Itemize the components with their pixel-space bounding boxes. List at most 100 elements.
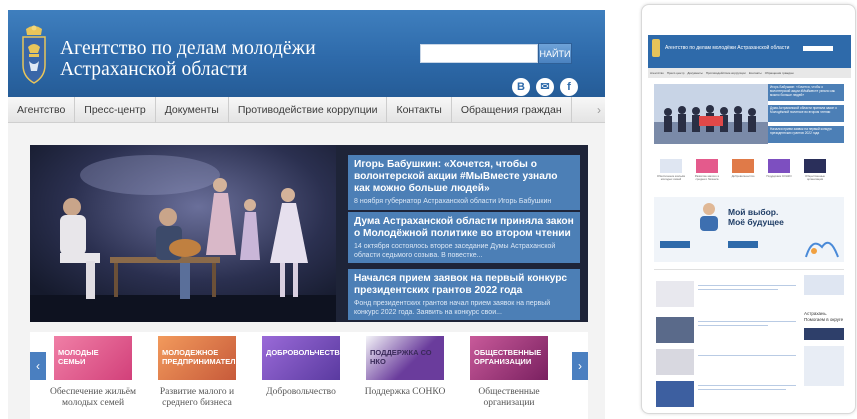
- mobile-news-item[interactable]: Дума Астраханской области приняла закон …: [768, 105, 844, 122]
- mobile-project-tile[interactable]: [696, 159, 718, 173]
- menu-item-appeals[interactable]: Обращения граждан: [452, 97, 572, 123]
- mobile-banner-button[interactable]: [660, 241, 690, 248]
- facebook-icon[interactable]: f: [560, 78, 578, 96]
- site-title[interactable]: Агентство по делам молодёжи Астраханской…: [60, 38, 316, 80]
- menu-item-documents[interactable]: Документы: [156, 97, 229, 123]
- tile-caption[interactable]: Общественные организации: [454, 387, 564, 409]
- tile-caption[interactable]: Поддержка СОНКО: [350, 387, 460, 398]
- vk-icon[interactable]: B: [512, 78, 530, 96]
- tile-label: Поддержка СО НКО: [370, 348, 432, 366]
- menu-item-agency[interactable]: Агентство: [8, 97, 76, 123]
- mobile-project-tile[interactable]: [660, 159, 682, 173]
- news-item[interactable]: Игорь Бабушкин: «Хочется, чтобы о волонт…: [348, 155, 580, 210]
- carousel-next-button[interactable]: ›: [572, 352, 588, 380]
- news-title[interactable]: Начался прием заявок на первый конкурс п…: [354, 273, 575, 297]
- mobile-menu-item[interactable]: Пресс-центр: [667, 68, 685, 78]
- mobile-project-tile[interactable]: [804, 159, 826, 173]
- tile-caption[interactable]: Развитие малого и среднего бизнеса: [142, 387, 252, 409]
- mobile-sidebar-banner[interactable]: [804, 275, 844, 295]
- mobile-banner-title: Мой выбор. Моё будущее: [728, 207, 784, 227]
- mobile-news-item[interactable]: Начался прием заявок на первый конкурс п…: [768, 126, 844, 143]
- tile-label: Общественные организации: [474, 348, 542, 366]
- mobile-project-tile[interactable]: [768, 159, 790, 173]
- carousel-prev-button[interactable]: ‹: [30, 352, 46, 380]
- site-header: Агентство по делам молодёжи Астраханской…: [8, 10, 605, 97]
- mobile-sidebar-banner[interactable]: [804, 346, 844, 386]
- mobile-menu: Агентство Пресс-центр Документы Противод…: [648, 68, 851, 78]
- menu-scroll-arrow-icon[interactable]: ›: [597, 97, 601, 123]
- mail-icon[interactable]: ✉: [536, 78, 554, 96]
- news-slider: Игорь Бабушкин: «Хочется, чтобы о волонт…: [30, 145, 588, 322]
- tile-caption[interactable]: Обеспечение жильём молодых семей: [38, 387, 148, 409]
- mobile-sidebar-text: Астрахань. Помогаем в округе: [804, 311, 844, 322]
- tile-label: Молодежное предпринимательство: [162, 348, 236, 366]
- mobile-menu-item[interactable]: Контакты: [749, 68, 762, 78]
- main-menu: Агентство Пресс-центр Документы Противод…: [8, 97, 605, 123]
- mobile-news-thumb[interactable]: [656, 381, 694, 407]
- site-title-line2: Астраханской области: [60, 59, 248, 80]
- mobile-project-tile[interactable]: [732, 159, 754, 173]
- coat-of-arms-icon[interactable]: [20, 23, 48, 85]
- mobile-coat-of-arms-icon: [652, 39, 660, 57]
- mobile-banner-title-line2: Моё будущее: [728, 217, 784, 227]
- mobile-banner-title-line1: Мой выбор.: [728, 207, 779, 217]
- mobile-news-thumb[interactable]: [656, 349, 694, 375]
- mobile-news-title: Дума Астраханской области приняла закон …: [770, 106, 837, 114]
- project-tile-public-organizations[interactable]: Общественные организации: [470, 336, 548, 380]
- project-tile-volunteering[interactable]: Добровольчество: [262, 336, 340, 380]
- mobile-news-line: [698, 355, 796, 356]
- news-title[interactable]: Дума Астраханской области приняла закон …: [354, 216, 575, 240]
- mobile-menu-item[interactable]: Агентство: [650, 68, 664, 78]
- mobile-divider: [654, 269, 844, 270]
- mobile-site-title: Агентство по делам молодёжи Астраханской…: [665, 45, 790, 51]
- mobile-news-line: [698, 321, 796, 322]
- mobile-menu-item[interactable]: Документы: [687, 68, 702, 78]
- mobile-menu-item[interactable]: Противодействие коррупции: [706, 68, 746, 78]
- search-input[interactable]: [420, 44, 538, 63]
- mobile-news-line: [698, 385, 796, 386]
- mobile-preview: Агентство по делам молодёжи Астраханской…: [641, 4, 856, 414]
- news-excerpt: Фонд президентских грантов начал прием з…: [354, 300, 551, 316]
- mobile-menu-item[interactable]: Обращения граждан: [765, 68, 794, 78]
- mobile-sidebar-banner[interactable]: [804, 328, 844, 340]
- search-button[interactable]: НАЙТИ: [538, 43, 572, 64]
- mobile-search-input[interactable]: [803, 46, 833, 51]
- menu-item-press-center[interactable]: Пресс-центр: [75, 97, 156, 123]
- mobile-banner-button[interactable]: [728, 241, 758, 248]
- project-tile-young-families[interactable]: Молодые семьи: [54, 336, 132, 380]
- mobile-news-line: [698, 389, 786, 390]
- news-item[interactable]: Начался прием заявок на первый конкурс п…: [348, 269, 580, 320]
- project-tile-entrepreneurship[interactable]: Молодежное предпринимательство: [158, 336, 236, 380]
- mobile-tile-caption: Обеспечение жильём молодых семей: [656, 174, 686, 182]
- mobile-slide-photo: [654, 84, 768, 144]
- mobile-news-title: Игорь Бабушкин: «Хочется, чтобы о волонт…: [770, 85, 835, 97]
- mobile-projects-row: Обеспечение жильём молодых семей Развити…: [654, 155, 844, 189]
- tile-caption[interactable]: Добровольчество: [246, 387, 356, 398]
- mobile-news-line: [698, 285, 796, 286]
- site-title-line1: Агентство по делам молодёжи: [60, 38, 316, 59]
- mobile-news-title: Начался прием заявок на первый конкурс п…: [770, 127, 832, 135]
- mobile-tile-caption: Поддержка СОНКО: [766, 174, 792, 178]
- tile-label: Молодые семьи: [58, 348, 99, 366]
- mobile-news-item[interactable]: Игорь Бабушкин: «Хочется, чтобы о волонт…: [768, 84, 844, 101]
- news-title[interactable]: Игорь Бабушкин: «Хочется, чтобы о волонт…: [354, 159, 575, 195]
- menu-item-contacts[interactable]: Контакты: [387, 97, 452, 123]
- mobile-header: Агентство по делам молодёжи Астраханской…: [648, 35, 851, 68]
- mobile-tile-caption: Развитие малого и среднего бизнеса: [694, 174, 720, 182]
- slide-photo[interactable]: [30, 145, 336, 322]
- banner-person-icon: [700, 203, 718, 231]
- mobile-banner[interactable]: Мой выбор. Моё будущее: [654, 197, 844, 262]
- mobile-news-line: [698, 289, 778, 290]
- news-item[interactable]: Дума Астраханской области приняла закон …: [348, 212, 580, 263]
- mobile-tile-caption: Добровольчество: [731, 174, 755, 178]
- project-tile-nko-support[interactable]: Поддержка СО НКО: [366, 336, 444, 380]
- mobile-news-thumb[interactable]: [656, 281, 694, 307]
- projects-carousel: ‹ › Молодые семьи Молодежное предпринима…: [30, 332, 588, 419]
- news-excerpt: 14 октября состоялось второе заседание Д…: [354, 243, 556, 259]
- mobile-sidebar: Астрахань. Помогаем в округе: [804, 275, 844, 386]
- website-page: Агентство по делам молодёжи Астраханской…: [8, 10, 605, 419]
- menu-item-anti-corruption[interactable]: Противодействие коррупции: [229, 97, 388, 123]
- mobile-news-thumb[interactable]: [656, 317, 694, 343]
- mobile-news-line: [698, 325, 768, 326]
- mobile-tile-caption: Общественные организации: [805, 174, 825, 182]
